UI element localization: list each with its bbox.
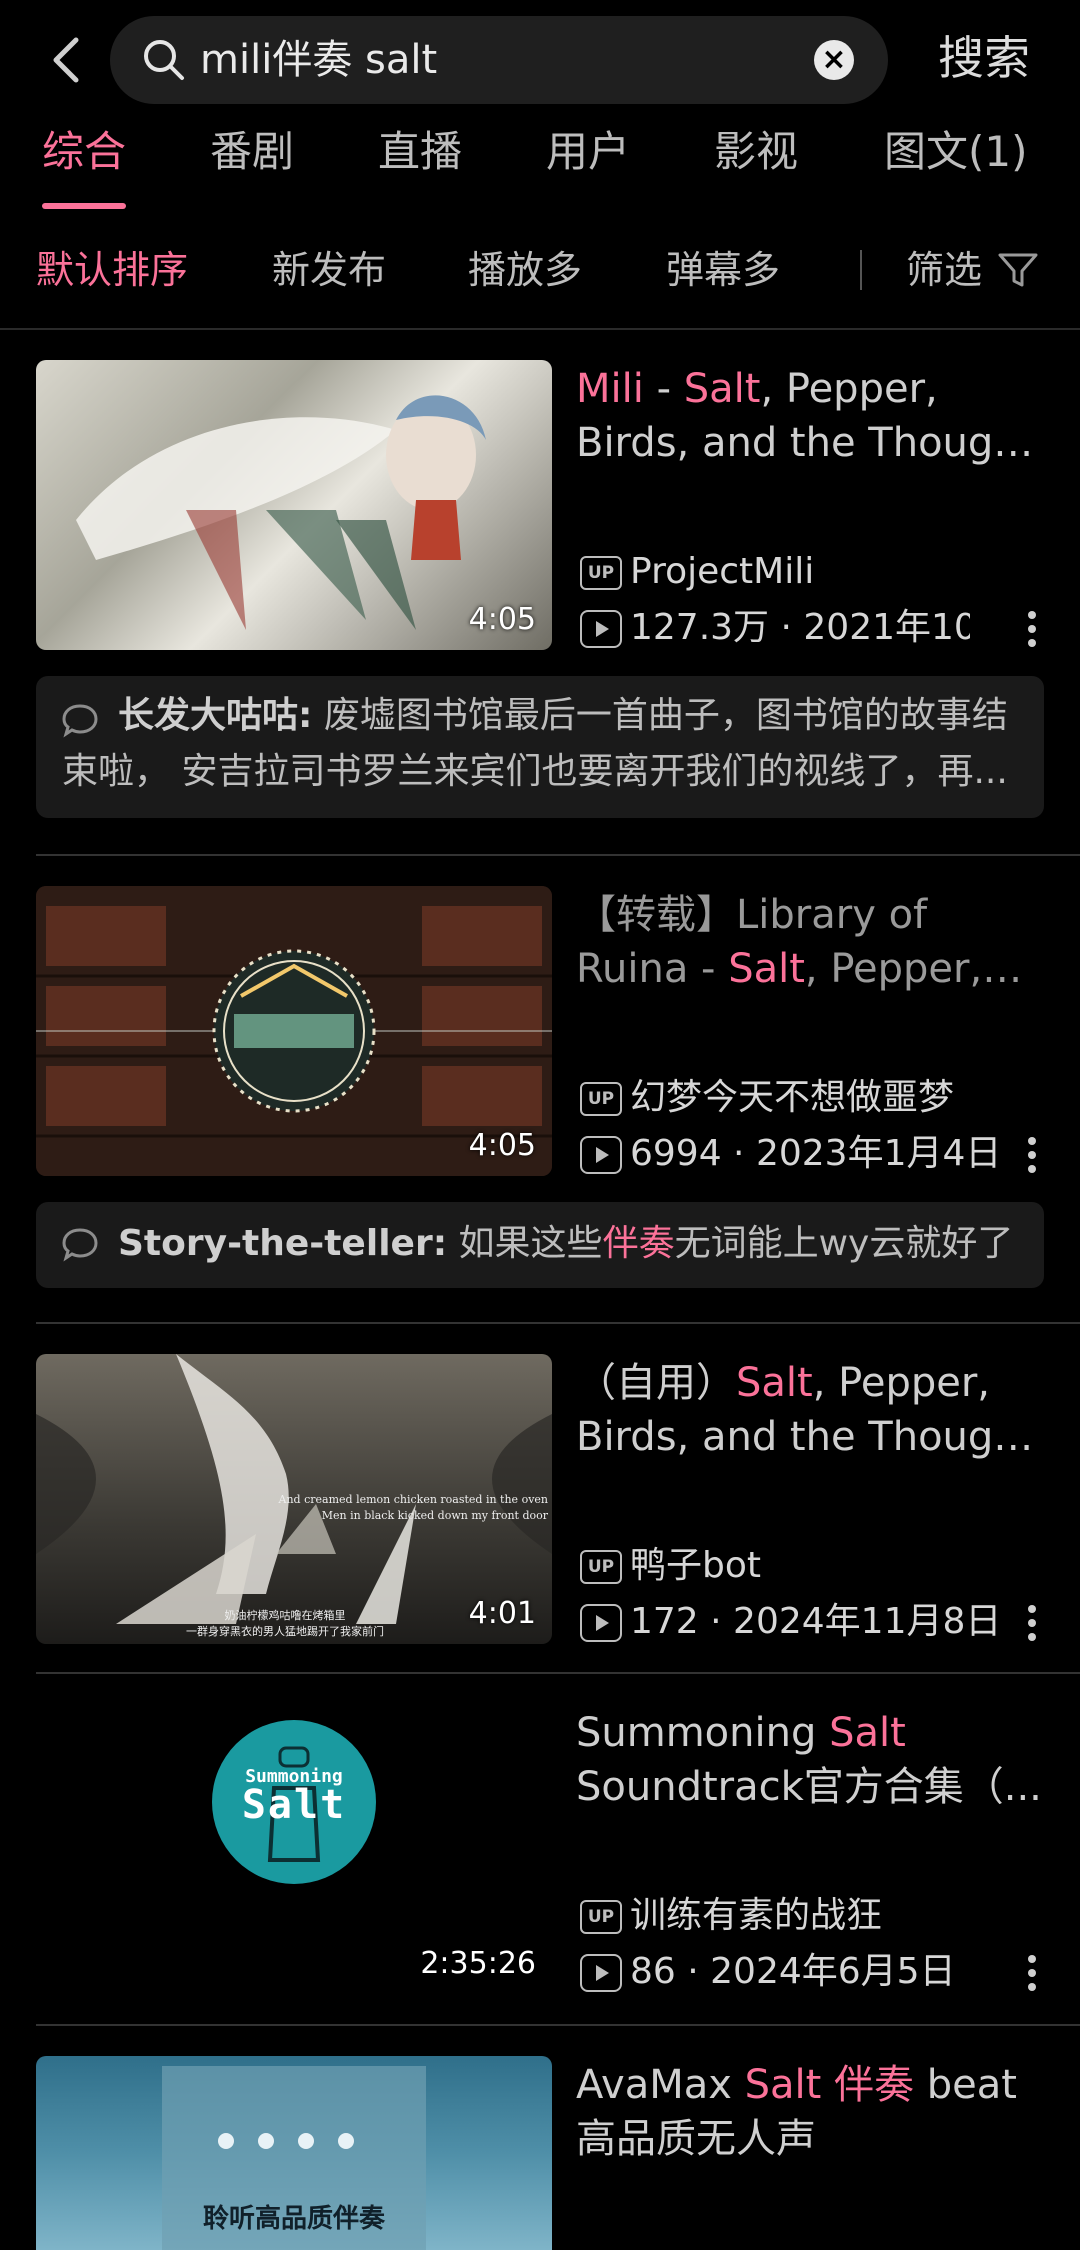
uploader-name[interactable]: ProjectMili xyxy=(630,548,1030,596)
title-text: AvaMax xyxy=(576,2062,745,2108)
tab-comprehensive[interactable]: 综合 xyxy=(42,124,126,180)
tab-live[interactable]: 直播 xyxy=(378,124,462,180)
sort-most-played[interactable]: 播放多 xyxy=(468,244,582,296)
video-stats: 6994 · 2023年1月4日 xyxy=(630,1133,1002,1174)
comment-body: 长发大咕咕: 废墟图书馆最后一首曲子，图书馆的故事结束啦， 安吉拉司书罗兰来宾们… xyxy=(62,688,1022,800)
video-stats: 172 · 2024年11月8日 xyxy=(630,1601,1002,1642)
tab-users[interactable]: 用户 xyxy=(546,124,630,180)
video-thumbnail[interactable]: And creamed lemon chicken roasted in the… xyxy=(36,1354,552,1644)
video-thumbnail[interactable]: 4:05 xyxy=(36,360,552,650)
uploader-name[interactable]: 鸭子bot xyxy=(630,1542,1030,1590)
title-text: （自用） xyxy=(576,1360,736,1406)
play-count-icon xyxy=(580,1954,622,1992)
comment-username: 长发大咕咕: xyxy=(118,695,313,736)
logo-text-line2: Salt xyxy=(241,1782,347,1828)
thumbnail-subtitle-en: And creamed lemon chicken roasted in the… xyxy=(278,1493,548,1522)
filter-button[interactable]: 筛选 xyxy=(906,244,982,296)
up-badge-icon: UP xyxy=(580,1550,622,1584)
comment-text: 如果这些 xyxy=(447,1223,603,1264)
title-text xyxy=(821,2062,834,2108)
moon-phases-icon xyxy=(218,2133,354,2149)
top-comment[interactable]: Story-the-teller: 如果这些伴奏无词能上wy云就好了 xyxy=(36,1202,1044,1288)
uploader-name[interactable]: 训练有素的战狂 xyxy=(630,1892,1030,1940)
video-title[interactable]: Mili - Salt, Pepper, Birds, and the Thou… xyxy=(576,362,1046,470)
back-arrow-icon[interactable] xyxy=(40,30,100,90)
more-options-icon[interactable] xyxy=(1022,1132,1042,1178)
video-thumbnail[interactable]: 4:05 xyxy=(36,886,552,1176)
video-title[interactable]: Summoning Salt Soundtrack官方合集（... xyxy=(576,1706,1046,1814)
sort-divider xyxy=(860,250,862,290)
title-text: - xyxy=(643,366,684,412)
tab-movies[interactable]: 影视 xyxy=(714,124,798,180)
search-input[interactable]: mili伴奏 salt xyxy=(200,34,437,86)
sort-newest[interactable]: 新发布 xyxy=(272,244,386,296)
tab-articles[interactable]: 图文(1) xyxy=(884,124,1028,180)
up-badge-icon: UP xyxy=(580,1900,622,1934)
title-highlight: Mili xyxy=(576,366,644,412)
sort-most-danmaku[interactable]: 弹幕多 xyxy=(666,244,780,296)
active-tab-indicator xyxy=(42,203,126,209)
title-text: Summoning xyxy=(576,1710,830,1756)
title-highlight: Salt xyxy=(744,2062,822,2108)
video-thumbnail[interactable]: Summoning Salt 2:35:26 xyxy=(36,1704,552,1994)
video-title[interactable]: 【转载】Library of Ruina - Salt, Pepper, Bir… xyxy=(576,888,1046,996)
more-options-icon[interactable] xyxy=(1022,1600,1042,1646)
comment-body: Story-the-teller: 如果这些伴奏无词能上wy云就好了 xyxy=(118,1216,1018,1272)
search-button[interactable]: 搜索 xyxy=(938,26,1030,90)
title-highlight: Salt xyxy=(829,1710,906,1756)
thumbnail-subtitle-cn: 奶油柠檬鸡咕噜在烤箱里 一群身穿黑衣的男人猛地踢开了我家前门 xyxy=(186,1609,384,1638)
divider xyxy=(36,2024,1080,2026)
video-stats: 127.3万 · 2021年10... xyxy=(630,607,970,648)
comment-username: Story-the-teller: xyxy=(118,1223,448,1264)
comment-icon xyxy=(62,1228,98,1262)
video-duration: 4:01 xyxy=(468,1596,536,1631)
title-highlight: Salt xyxy=(736,1360,813,1406)
more-options-icon[interactable] xyxy=(1022,606,1042,652)
tab-anime[interactable]: 番剧 xyxy=(210,124,294,180)
divider xyxy=(36,1672,1080,1674)
play-count-icon xyxy=(580,1604,622,1642)
title-highlight: 伴奏 xyxy=(834,2062,915,2108)
video-stats: 86 · 2024年6月5日 xyxy=(630,1951,956,1992)
up-badge-icon: UP xyxy=(580,1082,622,1116)
uploader-name[interactable]: 幻梦今天不想做噩梦 xyxy=(630,1074,1030,1122)
title-text: Soundtrack官方合集（... xyxy=(576,1764,1042,1810)
search-icon xyxy=(144,40,184,80)
title-highlight: Salt xyxy=(728,946,805,992)
clear-search-icon[interactable]: × xyxy=(814,40,854,80)
video-duration: 2:35:26 xyxy=(420,1946,536,1981)
up-badge-icon: UP xyxy=(580,556,622,590)
divider xyxy=(36,854,1080,856)
video-title[interactable]: AvaMax Salt 伴奏 beat 高品质无人声 xyxy=(576,2058,1046,2166)
video-thumbnail[interactable]: 聆听高品质伴奏 xyxy=(36,2056,552,2250)
play-count-icon xyxy=(580,610,622,648)
play-count-icon xyxy=(580,1136,622,1174)
divider xyxy=(0,328,1080,330)
divider xyxy=(36,1322,1080,1324)
video-title[interactable]: （自用）Salt, Pepper, Birds, and the Thought… xyxy=(576,1356,1046,1464)
video-duration: 4:05 xyxy=(468,602,536,637)
more-options-icon[interactable] xyxy=(1022,1950,1042,1996)
sort-default[interactable]: 默认排序 xyxy=(36,244,188,296)
filter-icon[interactable] xyxy=(996,250,1040,290)
thumbnail-text: 聆听高品质伴奏 xyxy=(202,2204,385,2234)
video-duration: 4:05 xyxy=(468,1128,536,1163)
comment-highlight: 伴奏 xyxy=(602,1223,675,1264)
title-highlight: Salt xyxy=(683,366,761,412)
top-comment[interactable]: 长发大咕咕: 废墟图书馆最后一首曲子，图书馆的故事结束啦， 安吉拉司书罗兰来宾们… xyxy=(36,676,1044,818)
comment-text: 无词能上wy云就好了 xyxy=(674,1223,1014,1264)
